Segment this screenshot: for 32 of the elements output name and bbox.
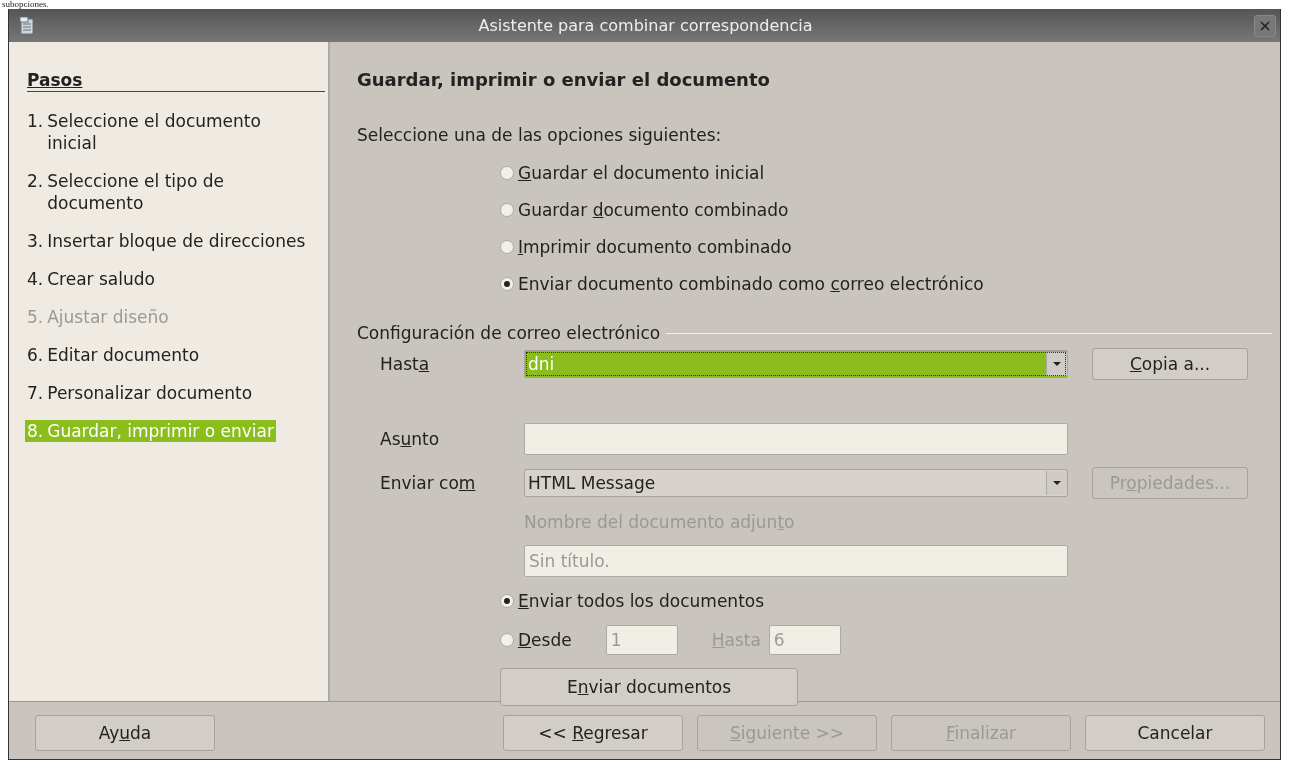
prompt-text: Seleccione una de las opciones siguientes: (357, 124, 723, 146)
page-heading: Guardar, imprimir o enviar el documento (357, 69, 771, 91)
radio-option[interactable]: Enviar documento combinado como correo electrónico (500, 273, 1280, 295)
radio-option[interactable]: Guardar el documento inicial (500, 162, 1280, 184)
dropdown[interactable]: HTML Message (524, 469, 1068, 497)
radio-option[interactable]: Imprimir documento combinado (500, 236, 1280, 258)
sidebar-title: Pasos (27, 69, 325, 92)
step-item[interactable]: 2. Seleccione el tipo de documento (27, 170, 315, 230)
subject-field[interactable] (524, 423, 1068, 455)
field-label: Hasta (380, 353, 431, 375)
document-icon (17, 15, 37, 36)
step-item[interactable]: 3. Insertar bloque de direcciones (27, 230, 315, 268)
page-text: subopciones. (1, 0, 50, 9)
group-title: Configuración de correo electrónico (357, 322, 661, 344)
caret-icon (1052, 361, 1062, 367)
send-documents-button[interactable]: Enviar documentos (500, 668, 798, 706)
close-icon (1259, 19, 1271, 32)
close-button[interactable] (1254, 14, 1276, 37)
step-item[interactable]: 4. Crear saludo (27, 268, 315, 306)
wizard-button[interactable]: Cancelar (1085, 714, 1265, 751)
radio-option[interactable]: Guardar documento combinado (500, 199, 1280, 221)
copy-to-button[interactable]: Copia a... (1092, 348, 1248, 380)
step-item[interactable]: 7. Personalizar documento (27, 382, 315, 420)
field-label: Asunto (380, 428, 441, 450)
help-button[interactable]: Ayuda (35, 714, 215, 751)
wizard-button[interactable]: << Regresar (503, 714, 683, 751)
caret-icon (1052, 480, 1062, 486)
step-item[interactable]: 1. Seleccione el documento inicial (27, 110, 315, 170)
window-title: Asistente para combinar correspondencia (477, 14, 814, 37)
field-label: Enviar com (380, 472, 477, 494)
radio-option[interactable]: Enviar todos los documentos (500, 590, 1280, 612)
step-item[interactable]: 6. Editar documento (27, 344, 315, 382)
